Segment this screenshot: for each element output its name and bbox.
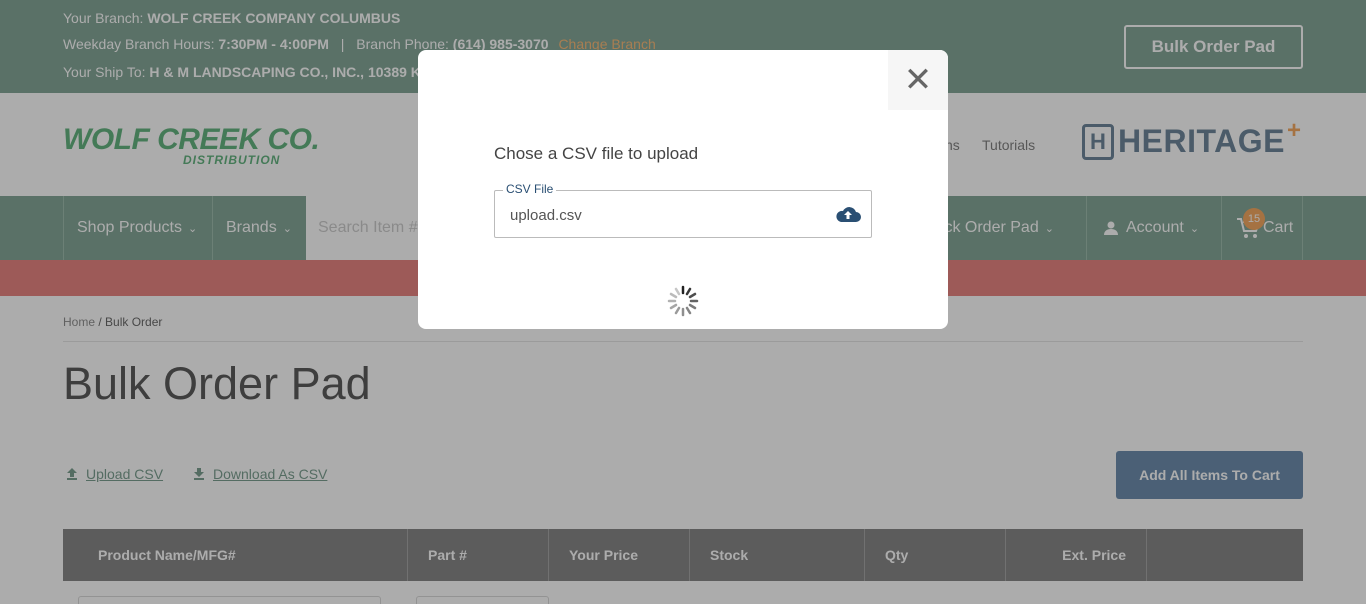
modal-title: Chose a CSV file to upload bbox=[494, 144, 699, 163]
upload-csv-modal: ✕ Chose a CSV file to upload CSV File up… bbox=[418, 50, 948, 329]
close-icon[interactable]: ✕ bbox=[888, 50, 948, 110]
csv-file-value: upload.csv bbox=[510, 207, 582, 224]
loading-spinner-icon bbox=[667, 285, 699, 317]
csv-file-label: CSV File bbox=[503, 182, 557, 196]
cloud-upload-icon[interactable] bbox=[835, 204, 861, 224]
csv-file-field[interactable]: CSV File upload.csv bbox=[494, 182, 872, 238]
